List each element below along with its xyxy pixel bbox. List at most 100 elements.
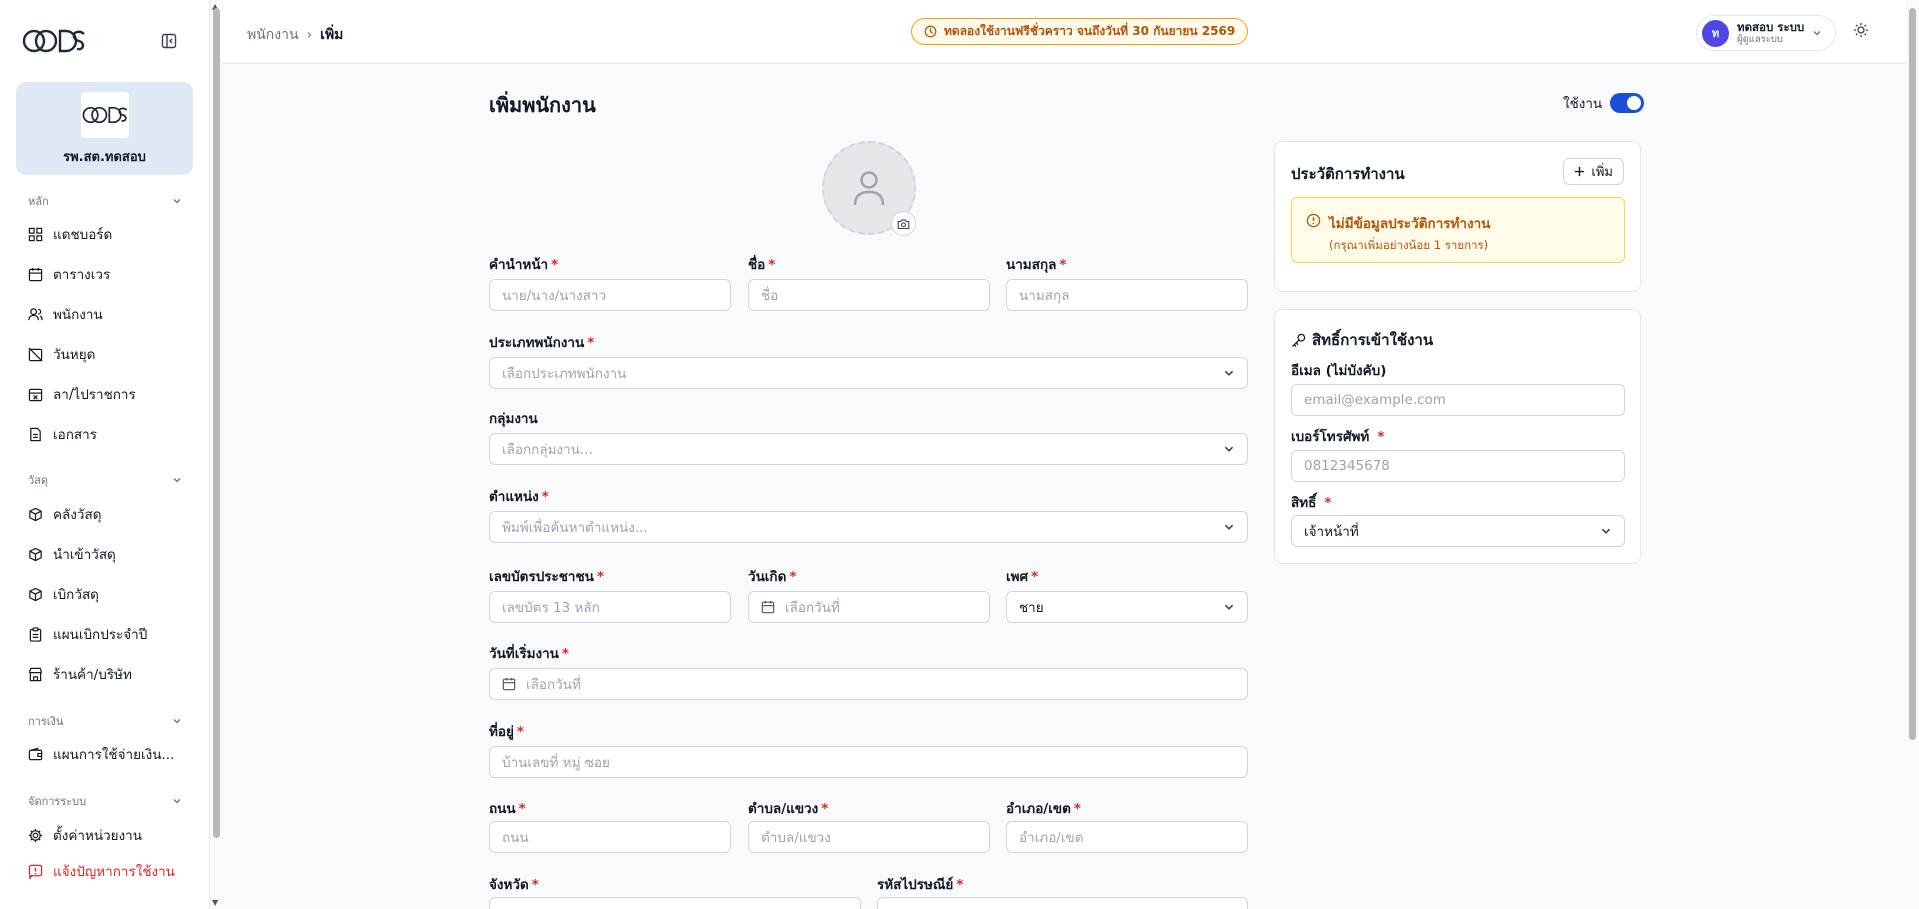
employee-type-select[interactable]: เลือกประเภทพนักงาน [489,357,1248,389]
start-date-label: วันที่เริ่มงาน * [489,646,569,662]
position-label: ตำแหน่ง * [489,489,549,505]
organization-card[interactable]: รพ.สต.ทดสอบ [16,82,193,175]
calendar-icon [502,677,516,691]
start-date-placeholder: เลือกวันที่ [526,677,581,693]
birth-date-picker[interactable]: เลือกวันที่ [748,591,990,623]
user-menu-button[interactable]: ท ทดสอบ ระบบ ผู้ดูแลระบบ [1696,15,1836,51]
user-role: ผู้ดูแลระบบ [1737,34,1783,45]
gender-select[interactable]: ชาย [1006,591,1248,623]
sidebar-item-label: แผนการใช้จ่ายเงิน... [53,747,175,763]
chevron-down-icon [173,719,181,724]
main-scrollbar[interactable] [1909,8,1916,740]
section-label: วัสดุ [28,474,49,487]
panel-collapse-icon [161,33,177,49]
start-date-picker[interactable]: เลือกวันที่ [489,668,1248,700]
sidebar-item-dashboard[interactable]: แดชบอร์ด [28,221,188,247]
sidebar-item-annual-plan[interactable]: แผนเบิกประจำปี [28,621,188,647]
first-name-label: ชื่อ * [748,257,776,273]
plus-icon [1575,166,1585,177]
sidebar-item-org-settings[interactable]: ตั้งค่าหน่วยงาน [28,822,188,848]
chevron-down-icon [1224,524,1234,530]
calendar-icon [761,600,775,614]
sidebar-item-budget-plan[interactable]: แผนการใช้จ่ายเงิน... [28,741,188,767]
employee-type-label: ประเภทพนักงาน * [489,335,595,351]
last-name-input[interactable]: นามสกุล [1006,279,1248,311]
active-switch[interactable] [1610,93,1645,113]
section-label: จัดการระบบ [28,795,87,808]
breadcrumb: พนักงาน › เพิ่ม [247,24,343,46]
breadcrumb-employees-link[interactable]: พนักงาน [247,24,299,46]
sidebar-item-label: เบิกวัสดุ [53,587,99,603]
add-work-history-button[interactable]: เพิ่ม [1563,158,1624,185]
address-input[interactable]: บ้านเลขที่ หมู่ ซอย [489,746,1248,778]
chevron-down-icon [1224,370,1234,376]
package-out-icon [29,587,42,601]
chevron-down-icon [1224,604,1234,610]
road-input[interactable]: ถนน [489,821,731,853]
sidebar-item-label: ตั้งค่าหน่วยงาน [53,828,142,844]
sidebar-item-report-issue[interactable]: แจ้งปัญหาการใช้งาน [28,858,188,884]
subdistrict-placeholder: ตำบล/แขวง [761,830,831,846]
sidebar-collapse-button[interactable] [158,30,180,52]
gender-value: ชาย [1019,600,1044,616]
store-icon [28,667,43,681]
province-input[interactable] [489,897,861,909]
prefix-input[interactable]: นาย/นาง/นางสาว [489,279,731,311]
sidebar-item-label: พนักงาน [53,307,103,323]
sidebar-item-vendors[interactable]: ร้านค้า/บริษัท [28,661,188,687]
phone-label: เบอร์โทรศัพท์ * [1291,429,1385,445]
sidebar-item-leave[interactable]: ลา/ไปราชการ [28,381,188,407]
sidebar-section-finance[interactable]: การเงิน [28,712,182,730]
road-label: ถนน * [489,801,526,817]
phone-input[interactable]: 0812345678 [1291,450,1625,482]
sidebar-item-withdraw-materials[interactable]: เบิกวัสดุ [28,581,188,607]
postcode-input[interactable] [877,897,1248,909]
district-input[interactable]: อำเภอ/เขต [1006,821,1248,853]
prefix-placeholder: นาย/นาง/นางสาว [502,288,607,304]
status-label: ใช้งาน [1563,96,1603,112]
district-label: อำเภอ/เขต * [1006,801,1081,817]
breadcrumb-separator-icon: › [306,27,313,43]
role-value: เจ้าหน้าที่ [1304,524,1359,540]
subdistrict-input[interactable]: ตำบล/แขวง [748,821,990,853]
sidebar-item-import-materials[interactable]: นำเข้าวัสดุ [28,541,188,567]
sidebar-item-documents[interactable]: เอกสาร [28,421,188,447]
alert-icon [28,864,43,879]
calendar-x-icon [28,388,43,401]
sidebar-scroll-down-icon[interactable]: ▼ [212,898,218,907]
app-logo[interactable] [22,26,86,56]
first-name-input[interactable]: ชื่อ [748,279,990,311]
sidebar-section-system[interactable]: จัดการระบบ [28,792,182,810]
sidebar-item-holidays[interactable]: วันหยุด [28,341,188,367]
sidebar-item-label: ลา/ไปราชการ [53,387,136,403]
sun-icon [1854,23,1868,37]
chevron-down-icon [1813,31,1821,36]
alert-circle-icon [1306,213,1321,228]
sidebar-item-label: ตารางเวร [53,267,111,283]
position-combobox[interactable]: พิมพ์เพื่อค้นหาตำแหน่ง... [489,511,1248,543]
role-select[interactable]: เจ้าหน้าที่ [1291,515,1625,547]
citizen-id-input[interactable]: เลขบัตร 13 หลัก [489,591,731,623]
sidebar-item-employees[interactable]: พนักงาน [28,301,188,327]
calendar-icon [28,267,43,281]
sidebar-item-label: เอกสาร [53,427,97,443]
prefix-label: คำนำหน้า * [489,257,559,273]
clipboard-icon [29,626,42,642]
sidebar-scrollbar[interactable] [213,8,220,838]
sidebar-section-materials[interactable]: วัสดุ [28,471,182,489]
organization-logo [80,92,129,138]
chevron-down-icon [173,478,181,483]
empty-history-title: ไม่มีข้อมูลประวัติการทำงาน [1329,216,1491,232]
sidebar-item-inventory[interactable]: คลังวัสดุ [28,501,188,527]
sidebar-section-main[interactable]: หลัก [28,192,182,210]
sidebar-item-label: นำเข้าวัสดุ [53,547,116,563]
empty-history-alert: ไม่มีข้อมูลประวัติการทำงาน (กรุณาเพิ่มอย… [1291,197,1625,263]
work-group-select[interactable]: เลือกกลุ่มงาน... [489,433,1248,465]
employee-type-placeholder: เลือกประเภทพนักงาน [502,366,627,382]
breadcrumb-current: เพิ่ม [320,27,344,43]
theme-toggle-button[interactable] [1853,22,1873,42]
sidebar-item-shift-schedule[interactable]: ตารางเวร [28,261,188,287]
camera-button[interactable] [891,211,916,236]
email-input[interactable]: email@example.com [1291,384,1625,416]
last-name-placeholder: นามสกุล [1019,288,1070,304]
